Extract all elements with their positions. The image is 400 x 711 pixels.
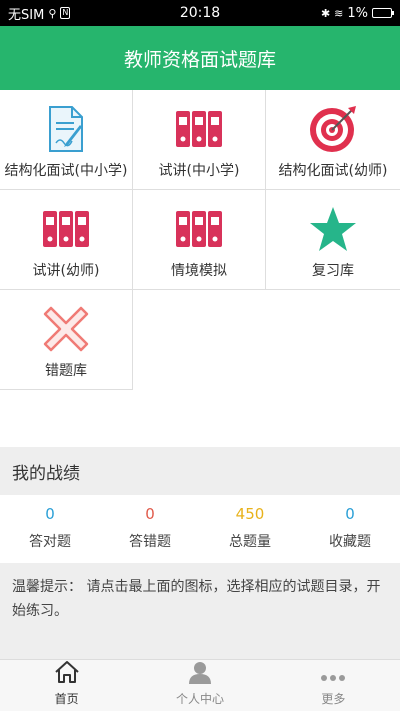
battery-text: 1% xyxy=(347,5,368,21)
status-bar: 无SIM ⚲ N 20:18 ✱ ≋ 1% xyxy=(0,0,400,26)
binders-icon xyxy=(41,204,91,254)
home-icon xyxy=(54,660,80,688)
category-grid: 结构化面试(中小学) 试讲(中小学) 结构化面试(幼师) 试讲(幼师) 情境模拟… xyxy=(0,90,400,392)
spacer xyxy=(0,392,400,447)
more-icon xyxy=(320,669,346,688)
tile-label: 试讲(幼师) xyxy=(32,263,100,279)
tip-text: 温馨提示： 请点击最上面的图标，选择相应的试题目录，开始练习。 xyxy=(12,579,381,619)
stat-value: 0 xyxy=(45,505,55,523)
notification-badge-icon: N xyxy=(60,7,71,19)
stats-row: 0 答对题 0 答错题 450 总题量 0 收藏题 xyxy=(0,495,400,563)
stat-favorites[interactable]: 0 收藏题 xyxy=(300,495,400,563)
tile-lecture-primary[interactable]: 试讲(中小学) xyxy=(133,90,266,190)
stat-value: 0 xyxy=(145,505,155,523)
tile-situation-simulation[interactable]: 情境模拟 xyxy=(133,190,266,290)
stat-wrong[interactable]: 0 答错题 xyxy=(100,495,200,563)
bluetooth-icon: ✱ xyxy=(320,6,331,20)
tip-box: 温馨提示： 请点击最上面的图标，选择相应的试题目录，开始练习。 xyxy=(0,563,400,659)
tile-review-bank[interactable]: 复习库 xyxy=(266,190,400,290)
app-header: 教师资格面试题库 xyxy=(0,26,400,90)
status-right: ✱ ≋ 1% xyxy=(320,5,394,21)
tab-label: 首页 xyxy=(54,692,79,706)
document-pen-icon xyxy=(46,104,86,154)
star-icon xyxy=(309,204,357,254)
battery-icon xyxy=(372,8,394,18)
stat-value: 0 xyxy=(345,505,355,523)
target-icon xyxy=(308,104,358,154)
page-title: 教师资格面试题库 xyxy=(123,48,276,71)
stat-label: 收藏题 xyxy=(329,534,371,550)
tile-structured-interview-primary[interactable]: 结构化面试(中小学) xyxy=(0,90,133,190)
binders-icon xyxy=(174,204,224,254)
binders-icon xyxy=(174,104,224,154)
tile-label: 结构化面试(中小学) xyxy=(4,163,128,179)
status-left: 无SIM ⚲ N xyxy=(8,4,71,23)
carrier-text: 无SIM xyxy=(8,7,45,23)
tile-label: 复习库 xyxy=(312,263,354,279)
tile-structured-interview-kindergarten[interactable]: 结构化面试(幼师) xyxy=(266,90,400,190)
tile-wrong-questions[interactable]: 错题库 xyxy=(0,290,133,390)
usb-icon: ⚲ xyxy=(48,6,57,20)
achievements-title: 我的战绩 xyxy=(0,447,400,495)
tile-label: 错题库 xyxy=(45,363,87,379)
stat-label: 总题量 xyxy=(229,534,271,550)
stat-total[interactable]: 450 总题量 xyxy=(200,495,300,563)
stat-label: 答错题 xyxy=(129,534,171,550)
tab-label: 个人中心 xyxy=(175,692,224,706)
wifi-icon: ≋ xyxy=(334,6,344,20)
stat-label: 答对题 xyxy=(29,534,71,550)
user-icon xyxy=(187,660,213,688)
cross-icon xyxy=(43,304,89,354)
tab-home[interactable]: 首页 xyxy=(0,660,133,711)
bottom-tab-bar: 首页 个人中心 更多 xyxy=(0,659,400,711)
tab-label: 更多 xyxy=(321,692,346,706)
achievements-title-text: 我的战绩 xyxy=(12,463,80,484)
tab-profile[interactable]: 个人中心 xyxy=(133,660,266,711)
tile-lecture-kindergarten[interactable]: 试讲(幼师) xyxy=(0,190,133,290)
tile-label: 结构化面试(幼师) xyxy=(278,163,388,179)
stat-value: 450 xyxy=(235,505,265,523)
clock-text: 20:18 xyxy=(179,5,221,21)
stat-correct[interactable]: 0 答对题 xyxy=(0,495,100,563)
tile-label: 试讲(中小学) xyxy=(158,163,240,179)
tab-more[interactable]: 更多 xyxy=(267,660,400,711)
tile-label: 情境模拟 xyxy=(171,263,227,279)
